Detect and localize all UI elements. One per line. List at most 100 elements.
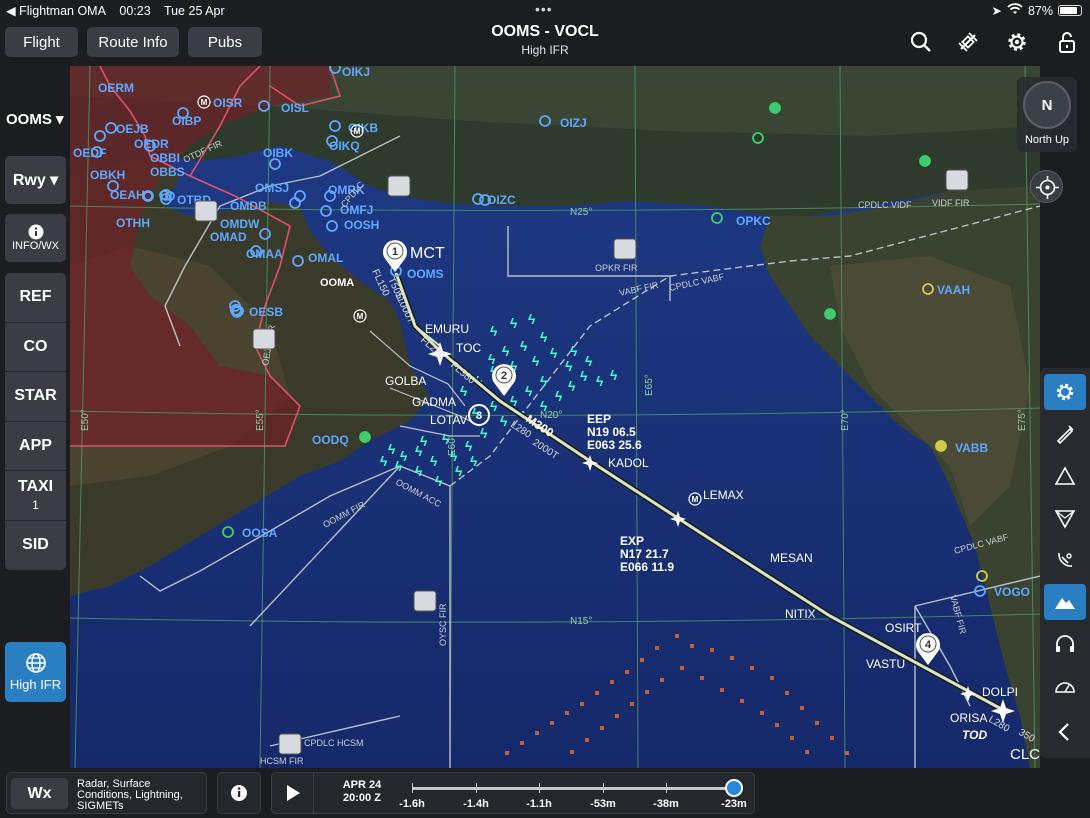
pen-icon[interactable]	[1044, 416, 1086, 452]
svg-text:ϟ: ϟ	[565, 358, 573, 374]
info-wx-button[interactable]: INFO/WX	[5, 214, 66, 262]
wx-button[interactable]: Wx	[11, 778, 68, 809]
svg-text:ϟ: ϟ	[435, 473, 443, 489]
settings-gear-icon[interactable]	[1004, 29, 1030, 55]
airport-label-vaah[interactable]: VAAH	[937, 283, 970, 297]
slider-track[interactable]	[412, 787, 736, 790]
airport-label-oeah[interactable]: OEAH	[110, 188, 145, 202]
airport-label-oedr[interactable]: OEDR	[134, 137, 169, 151]
airport-label-omsj[interactable]: OMSJ	[255, 181, 289, 195]
play-icon[interactable]	[272, 773, 314, 813]
back-to-app[interactable]: ◀ Flightman OMA	[6, 4, 106, 18]
chart-category-sid[interactable]: SID	[5, 521, 66, 571]
exp-lon: E066 11.9	[620, 560, 674, 574]
chart-category-co[interactable]: CO	[5, 323, 66, 372]
waypoint-gadma[interactable]: GADMA	[412, 395, 456, 409]
chart-category-ref[interactable]: REF	[5, 273, 66, 323]
airport-label-vabb[interactable]: VABB	[955, 441, 988, 455]
chart-mode-button[interactable]: High IFR	[5, 642, 66, 702]
airport-label-oibp[interactable]: OIBP	[172, 114, 201, 128]
antenna-icon[interactable]	[1044, 542, 1086, 578]
waypoint-mct[interactable]: MCT	[410, 245, 445, 262]
airport-label-oikq[interactable]: OIKQ	[329, 139, 360, 153]
svg-text:ϟ: ϟ	[555, 388, 563, 404]
airport-label-oesb[interactable]: OESB	[249, 305, 283, 319]
weather-timestamp: APR 24 20:00 Z	[322, 779, 402, 805]
chart-category-app[interactable]: APP	[5, 422, 66, 471]
waypoint-emuru[interactable]: EMURU	[425, 322, 469, 336]
waypoint-mesan[interactable]: MESAN	[770, 551, 813, 565]
airport-label-oisl[interactable]: OISL	[281, 101, 309, 115]
headphones-icon[interactable]	[1044, 626, 1086, 662]
airport-label-ooms[interactable]: OOMS	[407, 267, 444, 281]
airport-label-oizc[interactable]: OIZC	[487, 193, 516, 207]
airport-label-oosh[interactable]: OOSH	[344, 218, 379, 232]
waypoint-orisa[interactable]: ORISA	[950, 711, 987, 725]
wx-info-button[interactable]	[217, 772, 261, 814]
protractor-icon[interactable]	[1044, 668, 1086, 704]
compass-dial[interactable]: N	[1023, 81, 1071, 129]
weather-panel: Wx Radar, Surface Conditions, Lightning,…	[6, 772, 207, 814]
route-title[interactable]: OOMS - VOCL	[445, 23, 645, 41]
airport-label-omal[interactable]: OMAL	[308, 251, 343, 265]
route-overlay-icon[interactable]	[955, 29, 981, 55]
map-canvas[interactable]: ϟ ϟ ϟϟϟϟϟ ϟ ϟ ϟϟϟ ϟ ϟϟϟϟϟϟ ϟ ϟϟϟϟϟϟϟϟϟϟϟ ϟ ϟϟϟϟϟϟϟϟ…	[70, 66, 1040, 768]
compass-widget[interactable]: N North Up	[1017, 77, 1077, 152]
airport-label-vogo[interactable]: VOGO	[994, 585, 1030, 599]
airport-label-omad[interactable]: OMAD	[210, 230, 247, 244]
waypoint-lotav[interactable]: LOTAV	[430, 413, 468, 427]
airport-label-oejb[interactable]: OEJB	[116, 122, 149, 136]
airport-selector[interactable]: OOMS ▾	[6, 110, 64, 128]
airport-label-oedf[interactable]: OEDF	[73, 146, 106, 160]
inverted-triangle-icon[interactable]	[1044, 500, 1086, 536]
enroute-map[interactable]: ϟϟϟϟϟϟϟϟϟϟϟϟϟϟϟϟϟϟϟϟϟϟϟϟϟϟϟϟϟϟϟϟϟϟϟϟϟϟϟϟ…	[70, 66, 1040, 768]
waypoint-toc[interactable]: TOC	[456, 341, 481, 355]
waypoint-nitix[interactable]: NITIX	[785, 607, 816, 621]
airport-label-obbi[interactable]: OBBI	[150, 151, 180, 165]
lock-icon[interactable]	[1054, 29, 1080, 55]
info-wx-label: INFO/WX	[11, 240, 60, 252]
triangle-icon[interactable]	[1044, 458, 1086, 494]
airport-label-obkh[interactable]: OBKH	[90, 168, 125, 182]
airport-label-omdw[interactable]: OMDW	[220, 217, 260, 231]
waypoint-golba[interactable]: GOLBA	[385, 374, 426, 388]
battery-percent: 87%	[1027, 3, 1053, 18]
waypoint-osirt[interactable]: OSIRT	[885, 621, 922, 635]
airport-label-oisr[interactable]: OISR	[213, 96, 243, 110]
waypoint-tod[interactable]: TOD	[962, 728, 987, 742]
svg-text:ϟ: ϟ	[388, 441, 396, 457]
svg-text:ϟ: ϟ	[525, 383, 533, 399]
airport-label-othh[interactable]: OTHH	[116, 216, 150, 230]
search-icon[interactable]	[908, 29, 934, 55]
waypoint-kadol[interactable]: KADOL	[608, 456, 649, 470]
slider-knob[interactable]	[725, 779, 743, 797]
locate-icon[interactable]	[1030, 170, 1063, 203]
route-info-button[interactable]: Route Info	[87, 27, 179, 57]
airport-label-opkc[interactable]: OPKC	[736, 214, 771, 228]
airport-label-oibk[interactable]: OIBK	[263, 146, 293, 160]
waypoint-dolpi[interactable]: DOLPI	[982, 685, 1018, 699]
layers-gear-icon[interactable]	[1044, 374, 1086, 410]
airport-label-oodq[interactable]: OODQ	[312, 433, 349, 447]
airport-label-oosa[interactable]: OOSA	[242, 526, 278, 540]
airport-label-oikj[interactable]: OIKJ	[342, 66, 370, 79]
airport-label-omaa[interactable]: OMAA	[246, 247, 283, 261]
chart-category-taxi[interactable]: TAXI 1	[5, 471, 66, 521]
airport-label-oizj[interactable]: OIZJ	[560, 116, 587, 130]
top-toolbar: Flight Route Info Pubs OOMS - VOCL High …	[0, 20, 1090, 66]
flight-button[interactable]: Flight	[5, 27, 78, 57]
terrain-icon[interactable]	[1044, 584, 1086, 620]
airport-label-omdb[interactable]: OMDB	[230, 199, 267, 213]
multitasking-dots[interactable]: •••	[535, 1, 553, 17]
waypoint-clc[interactable]: CLC	[1010, 746, 1040, 763]
svg-text:1: 1	[392, 246, 398, 258]
runway-selector[interactable]: Rwy ▾	[5, 156, 66, 204]
chevron-left-icon[interactable]	[1044, 714, 1086, 750]
waypoint-lemax[interactable]: LEMAX	[703, 488, 744, 502]
waypoint-vastu[interactable]: VASTU	[866, 657, 905, 671]
weather-time-slider[interactable]: -1.6h -1.4h -1.1h -53m -38m -23m	[399, 773, 748, 813]
airport-label-obbs[interactable]: OBBS	[150, 165, 185, 179]
pubs-button[interactable]: Pubs	[188, 27, 262, 57]
airport-label-oerm[interactable]: OERM	[98, 81, 134, 95]
chart-category-star[interactable]: STAR	[5, 372, 66, 422]
